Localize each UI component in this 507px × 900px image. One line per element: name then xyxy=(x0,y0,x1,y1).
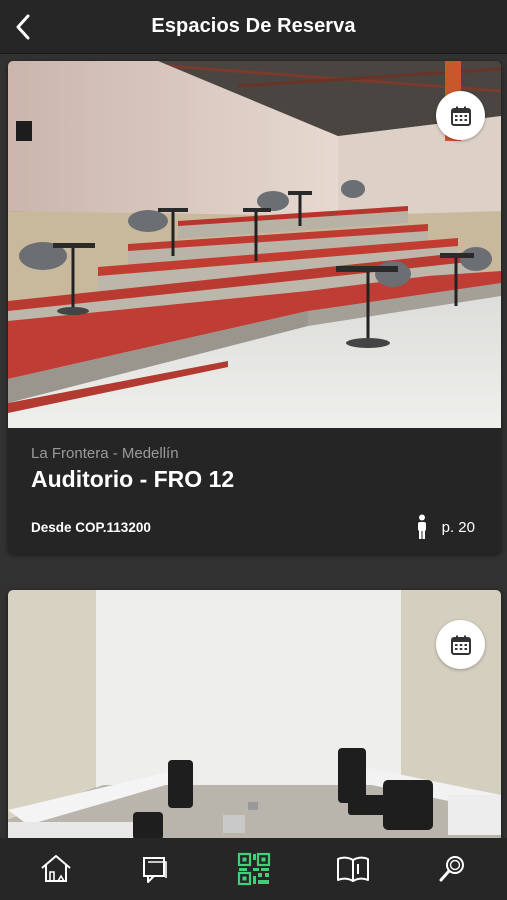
person-icon xyxy=(417,514,426,539)
space-card[interactable] xyxy=(8,590,501,850)
space-price: Desde COP.113200 xyxy=(31,520,151,535)
space-capacity: p. 20 xyxy=(416,514,475,540)
bottom-nav xyxy=(0,838,507,900)
space-photo[interactable] xyxy=(8,61,501,428)
space-info: La Frontera - Medellín Auditorio - FRO 1… xyxy=(8,428,501,554)
space-card[interactable]: La Frontera - Medellín Auditorio - FRO 1… xyxy=(8,61,501,554)
search-icon xyxy=(439,856,464,882)
nav-messages[interactable] xyxy=(125,844,185,894)
nav-home[interactable] xyxy=(26,844,86,894)
nav-search[interactable] xyxy=(422,844,482,894)
app-header: Espacios De Reserva xyxy=(0,0,507,54)
reserve-calendar-button[interactable] xyxy=(436,91,485,140)
space-photo[interactable] xyxy=(8,590,501,840)
home-icon xyxy=(40,855,71,882)
qr-code-icon xyxy=(237,852,270,886)
space-location: La Frontera - Medellín xyxy=(31,445,179,462)
nav-library[interactable] xyxy=(323,844,383,894)
calendar-icon xyxy=(450,635,471,655)
calendar-icon xyxy=(450,106,471,126)
capacity-label: p. 20 xyxy=(441,518,475,536)
book-icon xyxy=(336,856,369,882)
page-title: Espacios De Reserva xyxy=(151,15,356,37)
space-name: Auditorio - FRO 12 xyxy=(31,466,235,492)
reserve-calendar-button[interactable] xyxy=(436,620,485,669)
chat-icon xyxy=(142,857,167,883)
nav-qr-code[interactable] xyxy=(224,844,284,894)
